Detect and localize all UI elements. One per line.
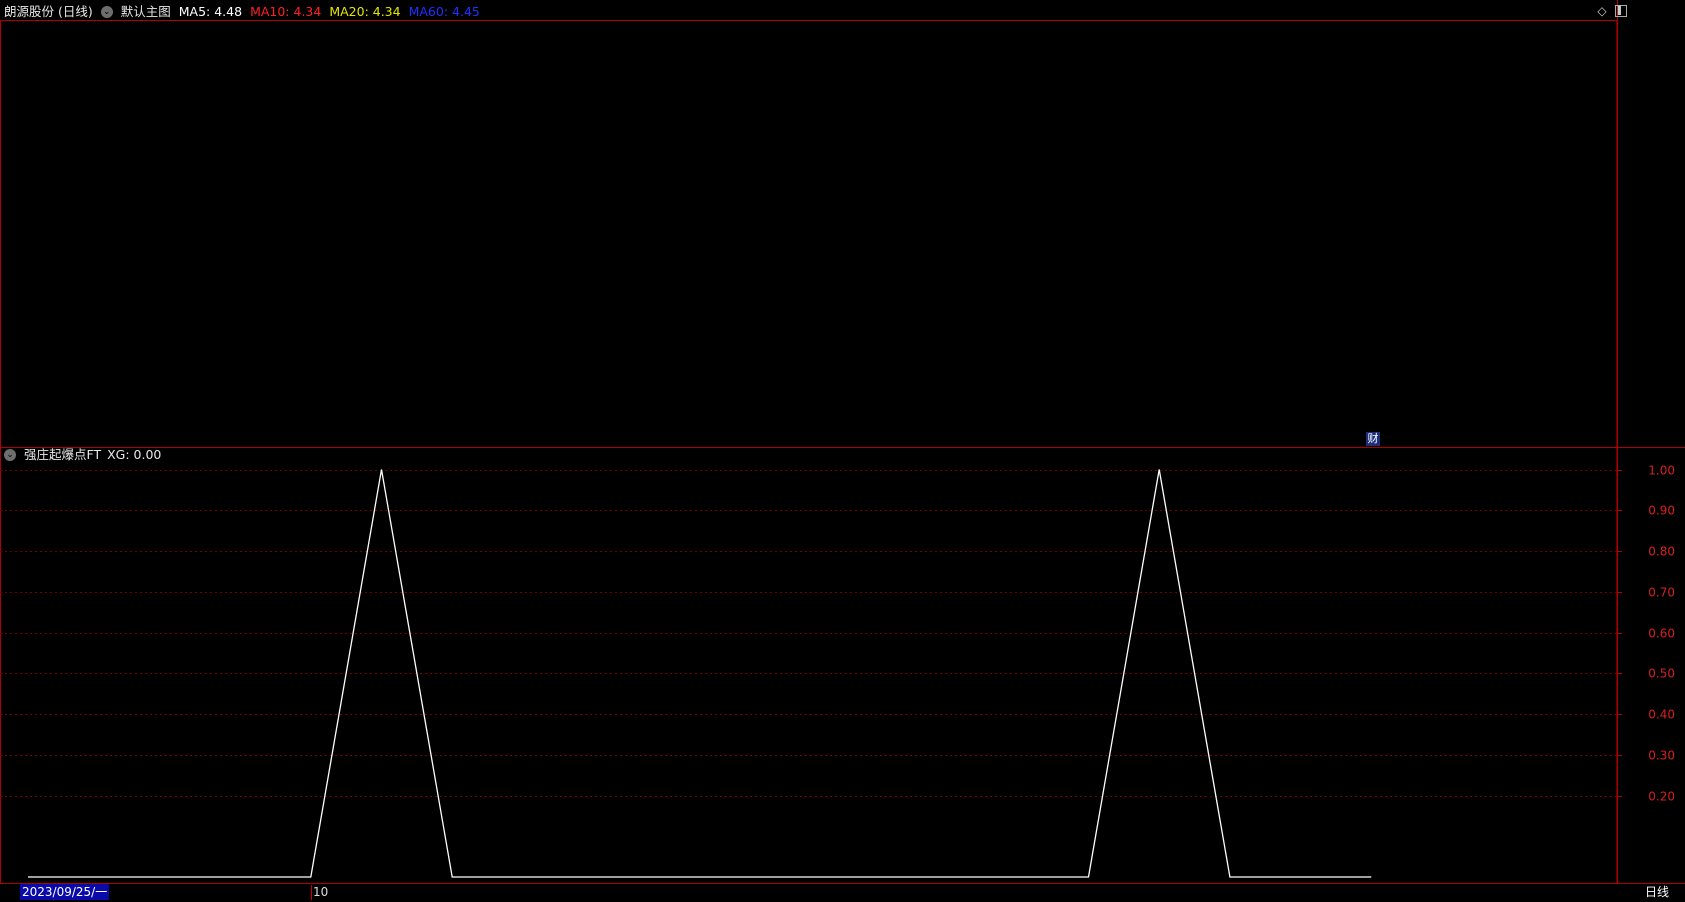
indicator-tick-label: 0.60 xyxy=(1648,627,1675,641)
chevron-down-icon[interactable]: ⌄ xyxy=(100,6,113,18)
chevron-down-icon[interactable]: ⌄ xyxy=(4,449,16,461)
month-tick xyxy=(311,885,312,900)
period-selector[interactable]: 日线 xyxy=(1645,884,1669,900)
panel-toggle-icon[interactable]: ▌ xyxy=(1615,5,1627,17)
xg-indicator-line xyxy=(28,469,1372,878)
main-chart-label[interactable]: 默认主图 xyxy=(121,2,171,22)
indicator-value: XG: 0.00 xyxy=(107,447,162,462)
indicator-tick-label: 0.20 xyxy=(1648,790,1675,804)
ma60-legend: MA60: 4.45 xyxy=(408,4,480,19)
indicator-tick-label: 0.90 xyxy=(1648,504,1675,518)
indicator-tick-label: 0.40 xyxy=(1648,708,1675,722)
plot-border xyxy=(0,20,1618,884)
month-label: 10 xyxy=(313,885,329,899)
indicator-tick-label: 0.50 xyxy=(1648,667,1675,681)
finance-badge[interactable]: 财 xyxy=(1366,432,1380,446)
indicator-tick-label: 1.00 xyxy=(1648,464,1675,478)
xg-line xyxy=(28,469,1372,878)
indicator-tick-label: 0.70 xyxy=(1648,586,1675,600)
ma5-legend: MA5: 4.48 xyxy=(178,4,243,19)
indicator-header: ⌄ 强庄起爆点FT XG: 0.00 xyxy=(4,445,169,465)
cursor-date-label: 2023/09/25/一 xyxy=(20,884,110,900)
stock-title[interactable]: 朗源股份 (日线) xyxy=(4,2,93,22)
indicator-tick-label: 0.30 xyxy=(1648,749,1675,763)
grid-lines xyxy=(0,470,1617,797)
indicator-name[interactable]: 强庄起爆点FT xyxy=(24,445,101,465)
ma10-legend: MA10: 4.34 xyxy=(250,4,322,19)
indicator-axis: 0.20 0.30 0.40 0.50 0.60 0.70 0.80 0.90 1.00 xyxy=(1617,464,1675,804)
main-chart-header: 朗源股份 (日线) ⌄ 默认主图 MA5: 4.48 MA10: 4.34 MA… xyxy=(4,2,488,22)
chart-frame xyxy=(0,0,1685,884)
ma20-legend: MA20: 4.34 xyxy=(329,4,401,19)
indicator-tick-label: 0.80 xyxy=(1648,545,1675,559)
diamond-icon[interactable]: ◇ xyxy=(1596,5,1608,17)
chart-canvas[interactable]: 4.104.204.304.404.504.604.704.804.90 0.2… xyxy=(0,0,1685,902)
